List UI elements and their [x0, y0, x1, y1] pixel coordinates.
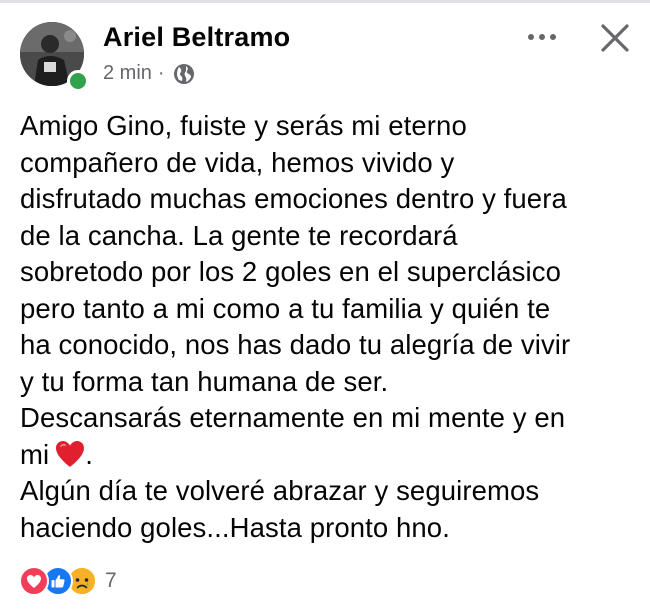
- online-status-indicator: [67, 70, 89, 92]
- post-meta: 2 min ·: [103, 62, 195, 85]
- close-icon: [601, 24, 629, 52]
- post-line: Descansarás eternamente en mi mente y en: [20, 402, 566, 433]
- author-name[interactable]: Ariel Beltramo: [103, 22, 290, 53]
- post-line: sobretodo por los 2 goles en el superclá…: [20, 256, 561, 287]
- post-line: ha conocido, nos has dado tu alegría de …: [20, 329, 571, 360]
- post-line: de la cancha. La gente te recordará: [20, 219, 458, 251]
- more-options-button[interactable]: [521, 22, 563, 52]
- post-line: haciendo goles...Hasta pronto hno.: [20, 511, 450, 543]
- post-line: mi: [20, 438, 50, 470]
- red-heart-icon: [55, 440, 85, 468]
- more-dot-icon: [528, 34, 534, 40]
- post-line: pero tanto a mi como a tu familia y quié…: [20, 292, 551, 324]
- post-line: disfrutado muchas emociones dentro y fue…: [20, 183, 567, 214]
- post-line: Amigo Gino, fuiste y serás mi eterno: [20, 110, 467, 141]
- top-divider: [0, 0, 650, 3]
- close-button[interactable]: [597, 20, 633, 56]
- heart-trailing-punctuation: .: [85, 438, 93, 470]
- reactions-summary[interactable]: 7: [19, 566, 117, 596]
- more-dot-icon: [550, 34, 556, 40]
- post-timestamp[interactable]: 2 min: [103, 62, 152, 85]
- reaction-count[interactable]: 7: [105, 569, 117, 593]
- post-line: Algún día te volveré abrazar y seguiremo…: [20, 475, 540, 506]
- globe-icon[interactable]: [173, 63, 195, 85]
- post-line: compañero de vida, hemos vivido y: [20, 146, 455, 178]
- more-dot-icon: [539, 34, 545, 40]
- love-reaction-icon: [19, 566, 49, 596]
- meta-separator: ·: [157, 62, 165, 84]
- post-body: Amigo Gino, fuiste y serás mi eterno com…: [20, 108, 635, 546]
- facebook-post: Ariel Beltramo 2 min · Amigo Gino, fuist…: [0, 0, 650, 615]
- post-line: y tu forma tan humana de ser.: [20, 365, 389, 397]
